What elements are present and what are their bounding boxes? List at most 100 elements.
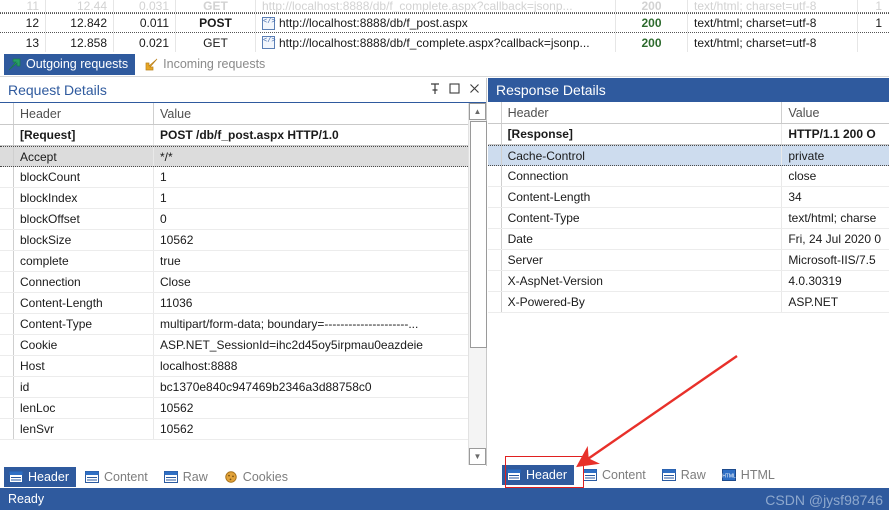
request-headers-rows[interactable]: [Request] POST /db/f_post.aspx HTTP/1.0 Ac…	[0, 125, 486, 440]
response-details-header: Response Details	[488, 78, 889, 102]
row-gutter	[0, 356, 14, 376]
cell-header-value: Close	[160, 275, 191, 289]
tab-request-cookies-label: Cookies	[242, 470, 288, 484]
tab-response-html[interactable]: HTML HTML	[717, 465, 782, 485]
column-header-value[interactable]: Value	[782, 102, 889, 123]
scroll-down-arrow-icon[interactable]: ▼	[469, 448, 486, 465]
cell-header-name: [Response]	[502, 124, 783, 144]
table-row[interactable]: Content-Type multipart/form-data; boundar…	[0, 314, 486, 335]
request-headers-table[interactable]: Header Value [Request] POST /db/f_post.as…	[0, 102, 487, 465]
tab-request-header[interactable]: Header	[4, 467, 76, 487]
cell-header-name: blockIndex	[14, 188, 154, 208]
request-view-tab-bar[interactable]: Header Content Raw Cookies	[0, 466, 487, 488]
content-grid-icon	[583, 469, 597, 481]
cell-id: 13	[0, 33, 46, 52]
column-header-value[interactable]: Value	[154, 103, 456, 124]
code-page-icon: </>	[262, 36, 276, 49]
row-gutter	[0, 147, 14, 166]
cell-header-value: */*	[160, 149, 173, 164]
table-row[interactable]: X-Powered-By ASP.NET	[488, 292, 889, 313]
table-row[interactable]: Accept */*	[0, 146, 486, 167]
row-gutter	[488, 166, 502, 186]
table-row[interactable]: Content-Length 11036	[0, 293, 486, 314]
cell-header-name: Date	[502, 229, 783, 249]
row-gutter	[488, 208, 502, 228]
cell-header-value: private	[788, 148, 825, 163]
table-row[interactable]: complete true	[0, 251, 486, 272]
cell-header-value: 0	[160, 212, 167, 226]
row-gutter	[488, 146, 502, 165]
row-gutter	[488, 271, 502, 291]
cell-header-name: id	[14, 377, 154, 397]
tab-response-raw[interactable]: Raw	[657, 465, 713, 485]
session-row[interactable]: 12 12.842 0.011 POST </> http://localhos…	[0, 13, 889, 33]
cell-header-name: X-Powered-By	[502, 292, 783, 312]
cell-url: </> http://localhost:8888/db/f_complete.…	[256, 33, 616, 52]
column-header-header[interactable]: Header	[502, 102, 783, 123]
close-icon[interactable]	[469, 83, 480, 97]
row-gutter	[0, 335, 14, 355]
row-gutter	[0, 398, 14, 418]
table-row[interactable]: X-AspNet-Version 4.0.30319	[488, 271, 889, 292]
table-row[interactable]: blockCount 1	[0, 167, 486, 188]
table-row[interactable]: Date Fri, 24 Jul 2020 0	[488, 229, 889, 250]
request-details-panel: Request Details Header Value [Request] PO…	[0, 78, 487, 488]
table-row[interactable]: Server Microsoft-IIS/7.5	[488, 250, 889, 271]
cell-header-name: blockOffset	[14, 209, 154, 229]
table-row[interactable]: Host localhost:8888	[0, 356, 486, 377]
request-panel-window-buttons[interactable]	[430, 82, 480, 98]
cell-duration: 0.021	[114, 33, 176, 52]
table-row[interactable]: [Response] HTTP/1.1 200 O	[488, 124, 889, 145]
table-row[interactable]: Connection Close	[0, 272, 486, 293]
table-row[interactable]: Cookie ASP.NET_SessionId=ihc2d45oy5irpmau…	[0, 335, 486, 356]
pin-icon[interactable]	[430, 82, 440, 98]
tab-response-content[interactable]: Content	[578, 465, 653, 485]
tab-request-header-label: Header	[28, 470, 69, 484]
table-row[interactable]: blockSize 10562	[0, 230, 486, 251]
cell-status-code: 200	[616, 0, 688, 12]
session-row[interactable]: 13 12.858 0.021 GET </> http://localhost…	[0, 33, 889, 52]
table-row[interactable]: id bc1370e840c947469b2346a3d88758c0	[0, 377, 486, 398]
cell-id: 12	[0, 14, 46, 32]
table-row[interactable]: blockOffset 0	[0, 209, 486, 230]
tab-outgoing-requests[interactable]: Outgoing requests	[4, 53, 136, 75]
session-row-partial[interactable]: 11 12.44 0.031 GET http://localhost:8888…	[0, 0, 889, 13]
table-row[interactable]: Connection close	[488, 166, 889, 187]
scrollbar-thumb[interactable]	[470, 121, 487, 348]
cell-status-code: 200	[616, 14, 688, 32]
tab-request-cookies[interactable]: Cookies	[219, 467, 295, 487]
tab-request-raw[interactable]: Raw	[159, 467, 215, 487]
cell-size: 1	[875, 0, 882, 12]
table-row[interactable]: lenSvr 10562	[0, 419, 486, 440]
row-gutter-header	[0, 103, 14, 124]
cell-header-name: lenSvr	[14, 419, 154, 439]
table-row[interactable]: Content-Length 34	[488, 187, 889, 208]
scroll-up-arrow-icon[interactable]: ▲	[469, 103, 486, 120]
cell-status-code: 200	[616, 33, 688, 52]
table-row[interactable]: blockIndex 1	[0, 188, 486, 209]
cell-header-value: 34	[788, 190, 802, 204]
column-header-header[interactable]: Header	[14, 103, 154, 124]
row-gutter	[0, 377, 14, 397]
cell-id: 11	[0, 0, 46, 12]
cell-header-name: Accept	[14, 147, 154, 166]
table-row[interactable]: Cache-Control private	[488, 145, 889, 166]
request-table-scrollbar[interactable]: ▲ ▼	[468, 103, 487, 465]
tab-incoming-requests[interactable]: Incoming requests	[141, 54, 272, 75]
table-row[interactable]: Content-Type text/html; charse	[488, 208, 889, 229]
tab-request-content[interactable]: Content	[80, 467, 155, 487]
response-headers-table[interactable]: Header Value [Response] HTTP/1.1 200 O Cac…	[488, 102, 889, 464]
direction-tab-bar[interactable]: Outgoing requests Incoming requests	[0, 52, 889, 77]
response-headers-table-head: Header Value	[488, 102, 889, 124]
table-row[interactable]: lenLoc 10562	[0, 398, 486, 419]
annotation-highlight-box	[505, 456, 584, 488]
table-row[interactable]: [Request] POST /db/f_post.aspx HTTP/1.0	[0, 125, 486, 146]
response-headers-rows[interactable]: [Response] HTTP/1.1 200 O Cache-Control pri…	[488, 124, 889, 313]
session-list-grid[interactable]: 11 12.44 0.031 GET http://localhost:8888…	[0, 0, 889, 52]
maximize-icon[interactable]	[449, 83, 460, 97]
cell-header-value: text/html; charse	[788, 211, 877, 225]
code-page-icon: </>	[262, 16, 276, 30]
cookie-icon	[224, 471, 238, 483]
cell-method: GET	[176, 33, 256, 52]
row-gutter	[0, 209, 14, 229]
